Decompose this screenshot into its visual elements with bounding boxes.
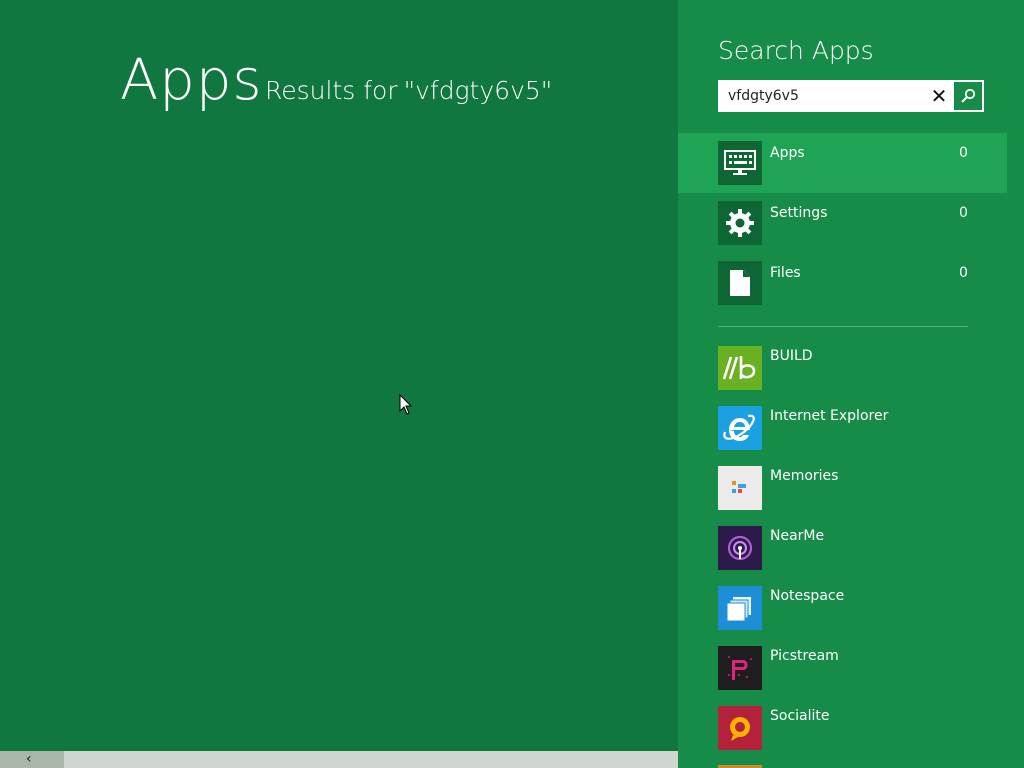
page-title: Apps [120,48,263,113]
horizontal-scrollbar[interactable]: ‹ [0,751,678,768]
search-pane: Search Apps ✕ [678,0,1024,768]
app-label: Memories [770,468,839,484]
build-icon [718,346,762,390]
scope-settings[interactable]: Settings 0 [678,193,1007,253]
search-input[interactable] [719,81,925,111]
chevron-left-icon: ‹ [26,751,32,767]
app-label: Internet Explorer [770,408,889,424]
results-query: "vfdgty6v5" [403,76,553,105]
app-item-socialite[interactable]: Socialite [678,706,1024,766]
scope-label: Settings [770,205,828,221]
picstream-icon [718,646,762,690]
memories-icon [718,466,762,510]
app-item-picstream[interactable]: Picstream [678,646,1024,706]
keyboard-monitor-icon [718,141,762,185]
scope-list: Apps 0 Settings 0 Files 0 [678,133,1024,313]
search-icon [961,88,976,103]
results-subtitle: Results for "vfdgty6v5" [265,76,552,105]
divider [718,326,968,327]
app-item-internet-explorer[interactable]: Internet Explorer [678,406,1024,466]
search-button[interactable] [953,81,983,111]
internet-explorer-icon [718,406,762,450]
socialite-icon [718,706,762,750]
scope-apps[interactable]: Apps 0 [678,133,1007,193]
app-label: Notespace [770,588,845,604]
close-icon: ✕ [930,84,948,108]
scope-label: Apps [770,145,805,161]
scroll-left-button[interactable]: ‹ [0,751,64,768]
mouse-pointer-icon [399,394,413,415]
scope-count: 0 [959,265,968,281]
notespace-icon [718,586,762,630]
clear-search-button[interactable]: ✕ [925,81,953,111]
scope-files[interactable]: Files 0 [678,253,1007,313]
nearme-icon [718,526,762,570]
file-icon [718,261,762,305]
scope-count: 0 [959,145,968,161]
search-box: ✕ [718,80,984,112]
results-area: Apps Results for "vfdgty6v5" ‹ [0,0,678,768]
scope-label: Files [770,265,801,281]
app-label: Picstream [770,648,839,664]
app-label: BUILD [770,348,813,364]
gear-icon [718,201,762,245]
app-item-build[interactable]: BUILD [678,346,1024,406]
app-item-notespace[interactable]: Notespace [678,586,1024,646]
pane-title: Search Apps [718,36,874,65]
app-item-memories[interactable]: Memories [678,466,1024,526]
results-prefix: Results for [265,76,398,105]
app-label: NearMe [770,528,825,544]
app-list: BUILD Internet Explorer Memories NearMe … [678,346,1024,766]
app-item-nearme[interactable]: NearMe [678,526,1024,586]
app-label: Socialite [770,708,830,724]
scope-count: 0 [959,205,968,221]
